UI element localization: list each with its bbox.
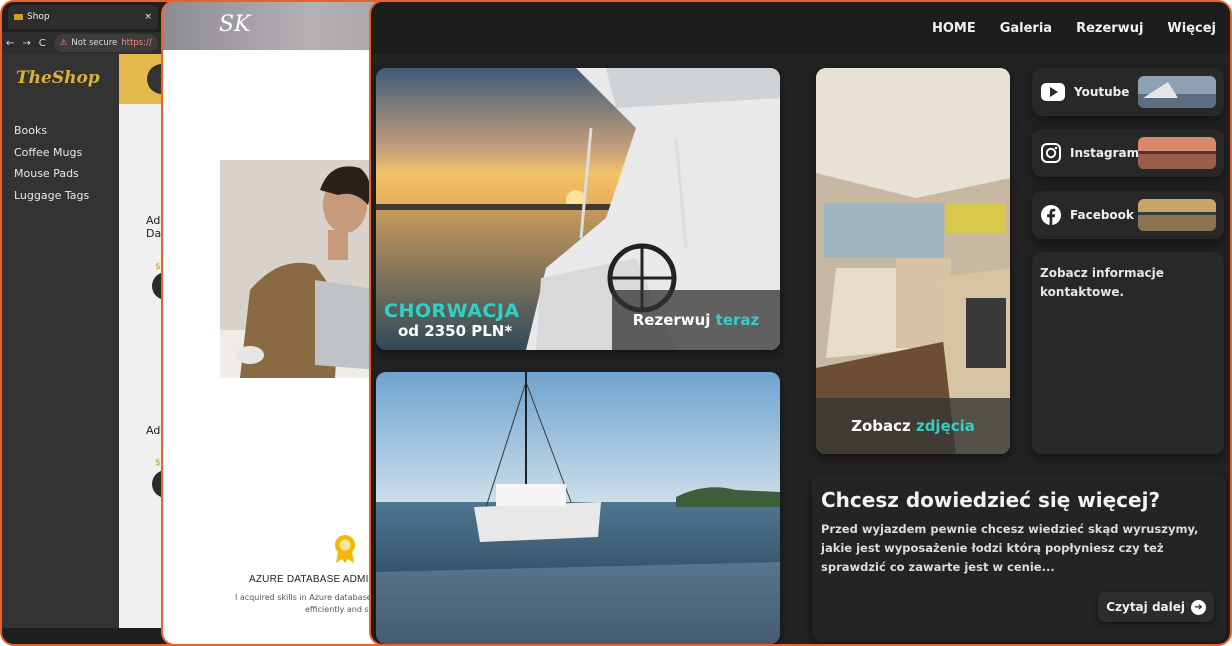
url-text: https:// [121,38,152,48]
instagram-link[interactable]: Instagram [1032,129,1224,177]
learn-more-body: Przed wyjazdem pewnie chcesz wiedzieć sk… [821,522,1199,574]
nav-galeria[interactable]: Galeria [1000,21,1052,36]
close-icon[interactable]: × [144,12,152,22]
portfolio-logo[interactable]: SK [219,12,251,37]
catamaran-sea-image [376,372,780,644]
shop-nav-luggage-tags[interactable]: Luggage Tags [14,185,119,207]
learn-more-card: Chcesz dowiedzieć się więcej? Przed wyja… [812,474,1226,642]
shop-logo[interactable]: TheShop [16,68,119,88]
forward-icon[interactable]: → [22,38,30,49]
book-now-accent: teraz [715,311,760,329]
facebook-thumbnail [1138,199,1216,231]
hero-price: od 2350 PLN* [398,322,513,340]
see-photos-button[interactable]: Zobacz zdjęcia [816,398,1010,454]
instagram-label: Instagram [1070,146,1140,160]
hero-title: CHORWACJA [384,300,520,322]
youtube-thumbnail [1138,76,1216,108]
shop-item-price: $ [155,458,161,468]
nav-home[interactable]: HOME [932,21,976,36]
learn-more-title: Chcesz dowiedzieć się więcej? [821,488,1161,512]
back-icon[interactable]: ← [6,38,14,49]
youtube-icon [1041,83,1065,101]
gallery-card[interactable]: Zobacz zdjęcia [816,68,1010,454]
youtube-link[interactable]: Youtube [1032,68,1224,116]
nav-rezerwuj[interactable]: Rezerwuj [1076,21,1143,36]
catamaran-sea-card[interactable] [376,372,780,644]
url-input[interactable]: ⚠ Not secure https:// [53,34,158,52]
shop-nav: Books Coffee Mugs Mouse Pads Luggage Tag… [2,120,119,206]
catamaran-window: HOME Galeria Rezerwuj Więcej CHORWACJA o… [369,0,1232,646]
nav-wiecej[interactable]: Więcej [1167,21,1216,36]
youtube-label: Youtube [1074,85,1130,99]
certificate-description: efficiently and sec [305,605,378,614]
boat-interior-image [816,68,1010,454]
book-now-button[interactable]: Rezerwuj teraz [612,290,780,350]
facebook-icon [1041,205,1061,225]
facebook-link[interactable]: Facebook [1032,191,1224,239]
portfolio-photo [220,160,380,378]
contact-card[interactable]: Zobacz informacje kontaktowe. [1032,252,1224,454]
warning-icon: ⚠ [59,38,68,48]
arrow-right-icon: ➜ [1191,599,1206,615]
shop-browser-tab[interactable]: Shop × [8,5,158,29]
see-photos-accent: zdjęcia [915,417,975,435]
shop-item-price: $ [155,262,161,272]
book-now-label: Rezerwuj [632,311,711,329]
shop-tab-title: Shop [27,12,50,22]
read-more-button[interactable]: Czytaj dalej ➜ [1098,592,1214,622]
shop-sidebar: TheShop Books Coffee Mugs Mouse Pads Lug… [2,54,119,628]
shop-nav-books[interactable]: Books [14,120,119,142]
read-more-label: Czytaj dalej [1106,600,1185,614]
facebook-label: Facebook [1070,208,1134,222]
top-navigation: HOME Galeria Rezerwuj Więcej [371,2,1230,54]
shop-nav-mouse-pads[interactable]: Mouse Pads [14,163,119,185]
award-icon [333,534,357,564]
contact-text: kontaktowe. [1040,285,1125,299]
instagram-thumbnail [1138,137,1216,169]
see-photos-label: Zobacz [851,417,911,435]
reload-icon[interactable]: C [39,38,46,49]
hero-booking-card[interactable]: CHORWACJA od 2350 PLN* Rezerwuj teraz [376,68,780,350]
contact-text: Zobacz informacje [1040,266,1164,280]
not-secure-label: Not secure [71,38,118,48]
shop-favicon-icon [14,14,23,20]
hero-destination: CHORWACJA od 2350 PLN* [384,300,520,340]
shop-nav-coffee-mugs[interactable]: Coffee Mugs [14,142,119,164]
instagram-icon [1041,143,1061,163]
